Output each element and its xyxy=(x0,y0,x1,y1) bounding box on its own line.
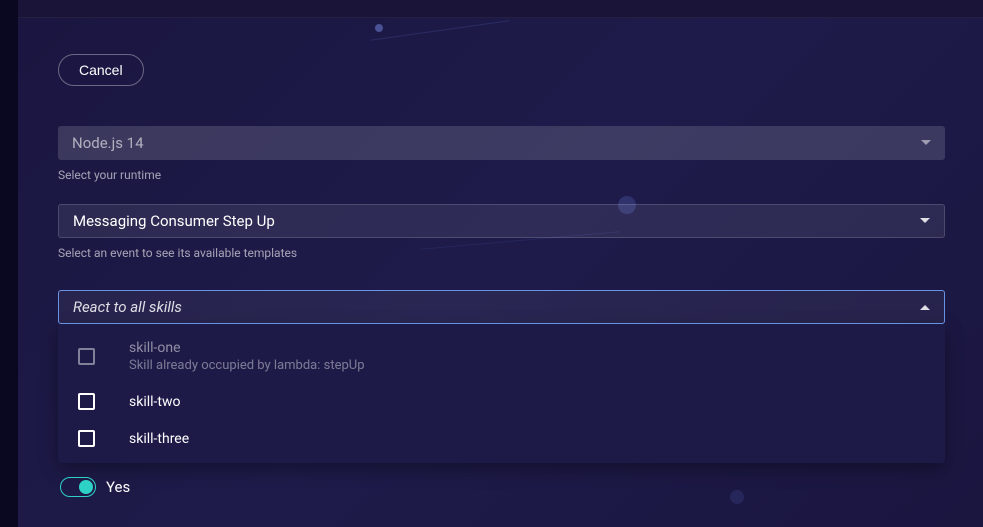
checkbox-icon[interactable] xyxy=(78,430,95,447)
event-selected-value: Messaging Consumer Step Up xyxy=(73,212,920,230)
option-sublabel: Skill already occupied by lambda: stepUp xyxy=(129,358,365,373)
skills-placeholder: React to all skills xyxy=(73,298,920,316)
checkbox-icon xyxy=(78,348,95,365)
runtime-select[interactable]: Node.js 14 xyxy=(58,126,945,160)
option-label: skill-three xyxy=(129,431,189,447)
yes-toggle[interactable] xyxy=(60,477,96,497)
chevron-up-icon xyxy=(920,304,930,310)
top-bar xyxy=(0,0,983,18)
toggle-knob xyxy=(79,480,93,494)
skills-option-skill-three[interactable]: skill-three xyxy=(58,420,945,457)
cancel-button[interactable]: Cancel xyxy=(58,54,144,86)
chevron-down-icon xyxy=(920,218,930,224)
event-helper-text: Select an event to see its available tem… xyxy=(58,246,945,260)
option-label: skill-one xyxy=(129,340,365,356)
runtime-helper-text: Select your runtime xyxy=(58,168,945,182)
toggle-label: Yes xyxy=(106,478,130,496)
skills-option-skill-one: skill-one Skill already occupied by lamb… xyxy=(58,330,945,383)
event-select[interactable]: Messaging Consumer Step Up xyxy=(58,204,945,238)
skills-dropdown-panel: skill-one Skill already occupied by lamb… xyxy=(58,324,945,463)
chevron-down-icon xyxy=(921,140,931,146)
skills-option-skill-two[interactable]: skill-two xyxy=(58,383,945,420)
option-label: skill-two xyxy=(129,394,181,410)
checkbox-icon[interactable] xyxy=(78,393,95,410)
skills-select[interactable]: React to all skills xyxy=(58,290,945,324)
runtime-selected-value: Node.js 14 xyxy=(72,134,921,152)
